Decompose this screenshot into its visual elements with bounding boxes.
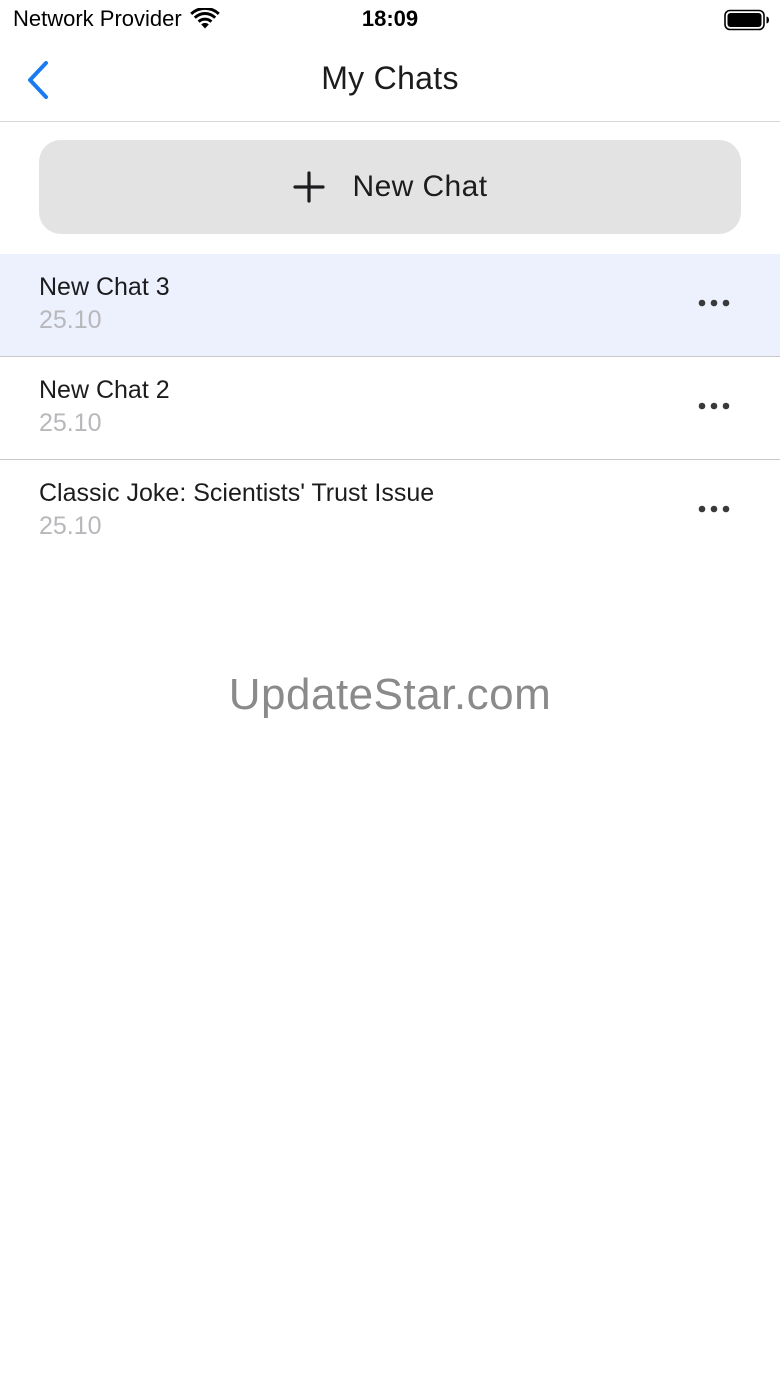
chat-options-button[interactable] (694, 286, 734, 320)
new-chat-button[interactable]: New Chat (39, 140, 741, 234)
page-title: My Chats (321, 60, 459, 96)
chat-list-item[interactable]: New Chat 2 25.10 (0, 357, 780, 460)
chat-list-item[interactable]: Classic Joke: Scientists' Trust Issue 25… (0, 460, 780, 563)
new-chat-label: New Chat (352, 170, 488, 203)
status-time: 18:09 (361, 6, 419, 31)
chat-date: 25.10 (39, 409, 102, 437)
chat-date: 25.10 (39, 512, 102, 540)
plus-icon (292, 171, 325, 203)
chat-list: New Chat 3 25.10 New Chat 2 25.10 Classi… (0, 254, 780, 563)
watermark-text: UpdateStar.com (228, 670, 552, 719)
chat-options-button[interactable] (694, 389, 734, 423)
chat-title: New Chat 3 (39, 273, 170, 301)
chats-screen: Network Provider 18:09 My Chats New Chat… (0, 0, 780, 1387)
status-bar: Network Provider 18:09 (0, 0, 780, 40)
chat-title: Classic Joke: Scientists' Trust Issue (39, 479, 435, 507)
more-horizontal-icon (698, 402, 730, 410)
navigation-bar: My Chats (0, 40, 780, 122)
chat-options-button[interactable] (694, 492, 734, 526)
battery-icon (724, 9, 769, 31)
more-horizontal-icon (698, 299, 730, 307)
chat-date: 25.10 (39, 306, 102, 334)
chat-list-item[interactable]: New Chat 3 25.10 (0, 254, 780, 357)
more-horizontal-icon (698, 505, 730, 513)
chat-title: New Chat 2 (39, 376, 170, 404)
